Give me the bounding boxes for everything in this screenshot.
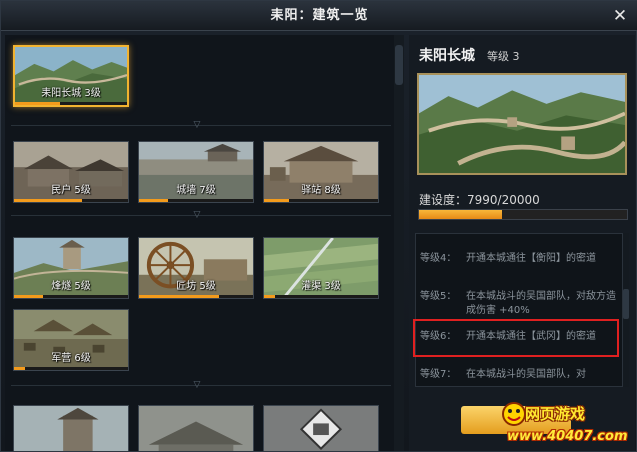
scroll-thumb[interactable] xyxy=(623,289,629,319)
smiley-icon xyxy=(502,402,526,426)
level-bonus-list: 等级4： 开通本城通往【衡阳】的密道 等级5： 在本城战斗的吴国部队，对敌方造成… xyxy=(415,233,623,387)
building-card-canal[interactable]: 灌渠 3级 xyxy=(263,237,379,299)
watermark-title: 网页游戏 xyxy=(525,405,586,423)
buildings-window: 耒阳：建筑一览 ✕ ▽ ▽ ▽ 耒阳长城 3级 民户 5级 城墙 7级 驿站 8… xyxy=(0,0,637,452)
building-card-locked[interactable] xyxy=(138,405,254,451)
building-progress xyxy=(14,199,128,202)
building-progress xyxy=(264,199,378,202)
construction-value: 7990/20000 xyxy=(467,193,540,207)
detail-building-level: 等级 3 xyxy=(487,50,520,63)
building-progress xyxy=(14,295,128,298)
building-card-city-wall[interactable]: 城墙 7级 xyxy=(138,141,254,203)
detail-building-name: 耒阳长城 xyxy=(419,48,475,64)
title-bar: 耒阳：建筑一览 ✕ xyxy=(1,1,637,31)
compound-thumbnail xyxy=(139,406,253,451)
close-icon[interactable]: ✕ xyxy=(610,6,630,26)
building-card-barracks[interactable]: 军营 6级 xyxy=(13,309,129,371)
window-title: 耒阳：建筑一览 xyxy=(270,8,369,23)
building-card-locked[interactable] xyxy=(13,405,129,451)
building-progress xyxy=(139,199,253,202)
building-card-beacon[interactable]: 烽燧 5级 xyxy=(13,237,129,299)
locked-thumbnail xyxy=(264,406,378,451)
building-preview-image xyxy=(417,73,627,175)
building-progress xyxy=(15,102,127,105)
building-list: ▽ ▽ ▽ 耒阳长城 3级 民户 5级 城墙 7级 驿站 8级 烽燧 5级 匠坊… xyxy=(5,35,396,451)
building-card-post-station[interactable]: 驿站 8级 xyxy=(263,141,379,203)
building-progress xyxy=(139,295,253,298)
level-list-scrollbar[interactable] xyxy=(623,233,629,387)
building-detail-panel: 耒阳长城 等级 3 建设度：7990/20000 等级4： 开通本城通往【衡阳】… xyxy=(409,35,635,451)
building-card-great-wall[interactable]: 耒阳长城 3级 xyxy=(13,45,129,107)
chevron-down-icon: ▽ xyxy=(193,120,201,130)
chevron-down-icon: ▽ xyxy=(193,210,201,220)
building-card-workshop[interactable]: 匠坊 5级 xyxy=(138,237,254,299)
chevron-down-icon: ▽ xyxy=(193,380,201,390)
construction-progress-bar xyxy=(418,209,628,220)
building-progress xyxy=(264,295,378,298)
tower-thumbnail xyxy=(14,406,128,451)
great-wall-preview xyxy=(419,75,625,173)
building-card-locked[interactable] xyxy=(263,405,379,451)
scroll-thumb[interactable] xyxy=(395,45,403,85)
building-list-scrollbar[interactable] xyxy=(394,35,404,451)
level-6-highlight-box xyxy=(413,319,619,357)
construction-text: 建设度：7990/20000 xyxy=(419,193,540,207)
watermark-logo: 网页游戏 www.40407.com xyxy=(501,401,636,451)
building-card-houses[interactable]: 民户 5级 xyxy=(13,141,129,203)
building-progress xyxy=(14,367,128,370)
watermark-url: www.40407.com xyxy=(507,429,628,444)
